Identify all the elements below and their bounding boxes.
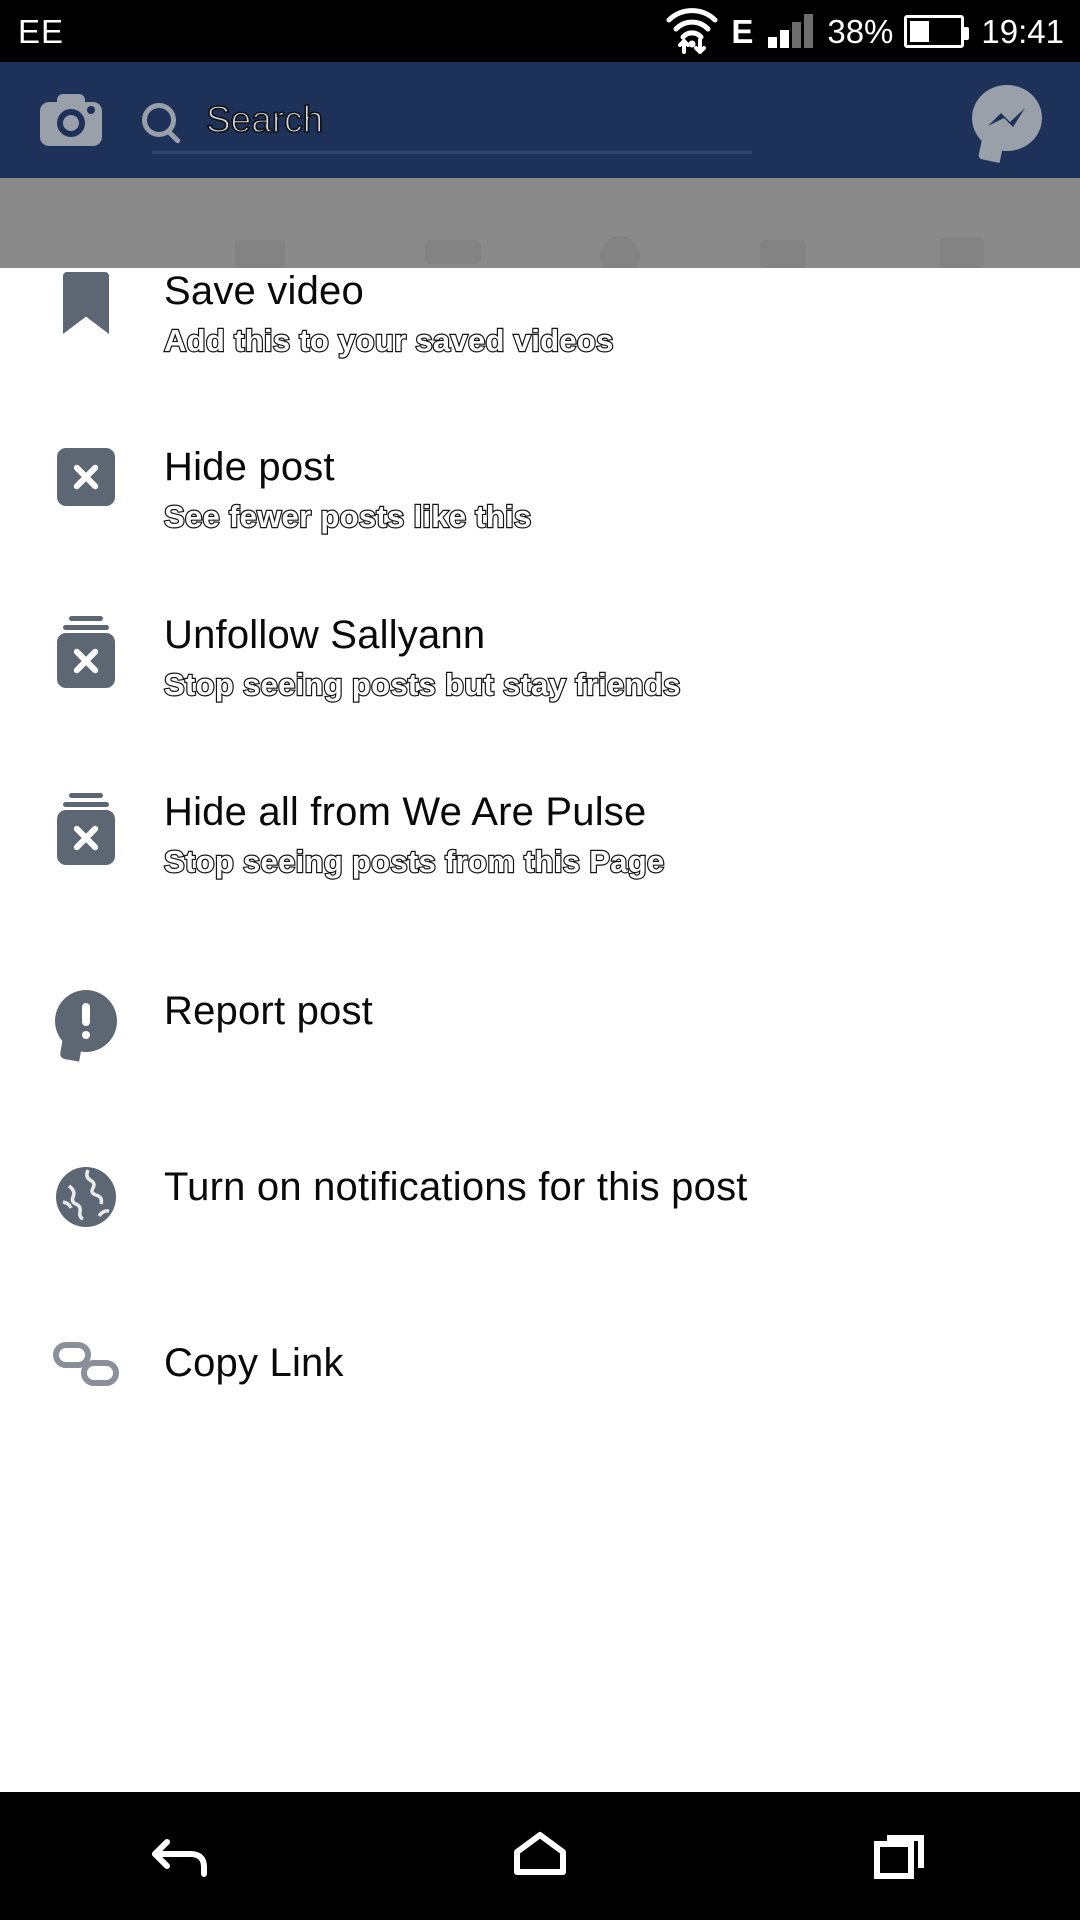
menu-item-title: Report post (164, 989, 373, 1033)
search-underline (152, 151, 752, 154)
messenger-icon[interactable] (972, 85, 1042, 164)
dimmed-overlay[interactable] (0, 178, 1080, 276)
ghost-tab-icon (425, 240, 481, 264)
menu-item-title: Hide all from We Are Pulse (164, 790, 647, 834)
hide-stack-icon (38, 789, 134, 865)
search-icon (142, 103, 176, 137)
ghost-tab-icon (235, 240, 285, 268)
menu-item-title: Save video (164, 269, 364, 313)
search-placeholder: Search (205, 98, 324, 141)
report-icon (38, 986, 134, 1052)
menu-item-title: Copy Link (164, 1341, 344, 1385)
ghost-tab-icon (760, 240, 806, 268)
status-bar: EE E 38% 19:41 (0, 0, 1080, 62)
ghost-tab-icon (940, 238, 984, 268)
menu-item-subtitle: Add this to your saved videos (163, 322, 615, 359)
menu-item-title: Hide post (164, 445, 335, 489)
bookmark-icon (38, 268, 134, 334)
clock-label: 19:41 (981, 12, 1064, 50)
menu-item-copy-link[interactable]: Copy Link (0, 1338, 1080, 1392)
menu-item-subtitle: See fewer posts like this (163, 498, 533, 535)
system-navigation-bar (0, 1792, 1080, 1920)
signal-bars-icon (768, 14, 814, 48)
search-input[interactable]: Search (142, 82, 752, 158)
menu-item-report-post[interactable]: Report post (0, 986, 1080, 1052)
home-icon[interactable] (480, 1792, 600, 1920)
menu-item-unfollow[interactable]: Unfollow Sallyann Stop seeing posts but … (0, 612, 1080, 705)
menu-item-hide-post[interactable]: Hide post See fewer posts like this (0, 444, 1080, 537)
network-type-label: E (731, 12, 754, 50)
menu-item-save-video[interactable]: Save video Add this to your saved videos (0, 268, 1080, 361)
globe-icon (38, 1162, 134, 1228)
menu-item-subtitle: Stop seeing posts but stay friends (163, 666, 682, 703)
status-icons: E 38% 19:41 (664, 8, 1064, 54)
carrier-label: EE (18, 12, 65, 50)
recents-icon[interactable] (840, 1792, 960, 1920)
camera-icon[interactable] (40, 94, 102, 146)
app-header: Search (0, 62, 1080, 178)
link-icon (38, 1338, 134, 1392)
menu-item-turn-on-notifications[interactable]: Turn on notifications for this post (0, 1162, 1080, 1228)
back-icon[interactable] (120, 1792, 240, 1920)
menu-item-subtitle: Stop seeing posts from this Page (163, 843, 666, 880)
menu-item-title: Turn on notifications for this post (164, 1165, 748, 1209)
hide-stack-icon (38, 612, 134, 688)
battery-icon (904, 14, 970, 48)
battery-percent-label: 38% (827, 12, 894, 50)
close-square-icon (38, 444, 134, 506)
wifi-icon (664, 8, 720, 54)
menu-item-title: Unfollow Sallyann (164, 613, 486, 657)
menu-item-hide-all-from-page[interactable]: Hide all from We Are Pulse Stop seeing p… (0, 789, 1080, 882)
post-options-menu: Save video Add this to your saved videos… (0, 268, 1080, 1448)
